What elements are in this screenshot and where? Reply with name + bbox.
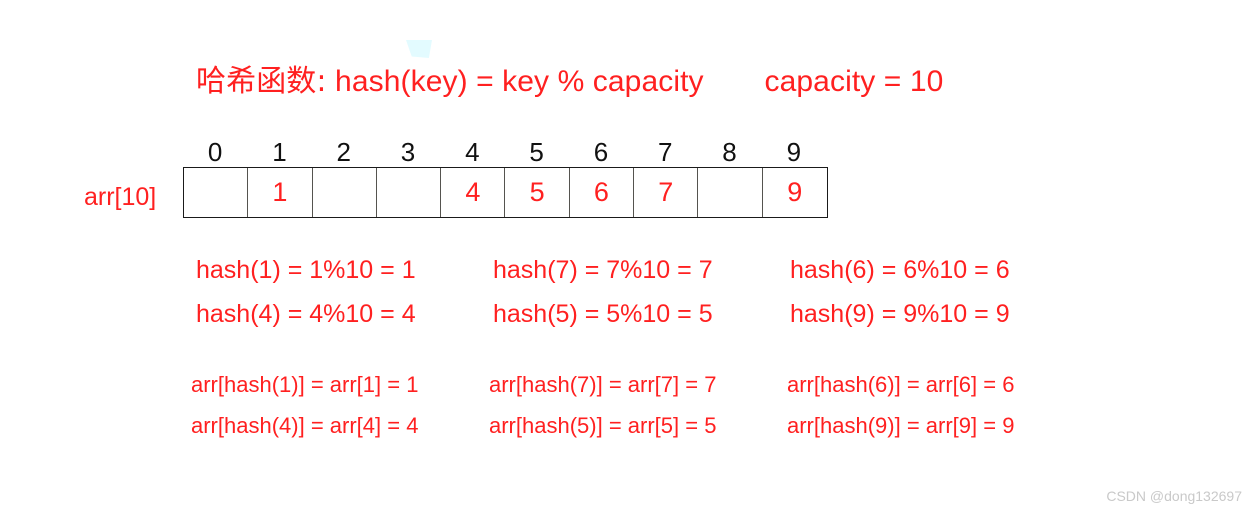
array-cell-9: 9 (787, 177, 803, 207)
array-cell-5: 5 (505, 168, 570, 217)
page-title: 哈希函数: hash(key) = key % capacity capacit… (196, 63, 943, 101)
array-cell-1: 1 (248, 168, 313, 217)
hash-equation-6: hash(6) = 6%10 = 6 (790, 256, 1010, 284)
arr-equation-row: arr[hash(1)] = arr[1] = 1 arr[hash(7)] =… (191, 372, 1014, 413)
array-index-0: 0 (207, 137, 223, 167)
title-formula: hash(key) = key % capacity (335, 65, 704, 98)
array-table: 0 1 2 3 4 5 6 7 8 9 1 4 5 6 7 9 (183, 137, 828, 218)
hash-equation-4: hash(4) = 4%10 = 4 (196, 300, 416, 328)
array-cell-4: 4 (441, 168, 506, 217)
array-index-1: 1 (272, 137, 287, 167)
hash-equation-1: hash(1) = 1%10 = 1 (196, 256, 416, 284)
arr-equation-4: arr[hash(4)] = arr[4] = 4 (191, 413, 419, 438)
array-cell-0 (184, 168, 249, 217)
array-cells-row: 1 4 5 6 7 9 (183, 167, 828, 218)
cyan-artifact-icon (406, 40, 432, 58)
array-cell-7: 7 (634, 168, 699, 217)
hash-equation-7: hash(7) = 7%10 = 7 (493, 256, 713, 284)
arr-equation-6: arr[hash(6)] = arr[6] = 6 (787, 372, 1015, 397)
arr-equation-9: arr[hash(9)] = arr[9] = 9 (787, 413, 1015, 438)
array-cell-8 (698, 168, 763, 217)
arr-equation-7: arr[hash(7)] = arr[7] = 7 (489, 372, 717, 397)
array-index-7: 7 (657, 137, 673, 167)
array-index-6: 6 (593, 137, 609, 167)
array-index-row: 0 1 2 3 4 5 6 7 8 9 (183, 137, 828, 167)
hash-equations-group: hash(1) = 1%10 = 1 hash(7) = 7%10 = 7 ha… (196, 256, 1010, 344)
hash-equation-row: hash(1) = 1%10 = 1 hash(7) = 7%10 = 7 ha… (196, 256, 1010, 300)
hash-equation-9: hash(9) = 9%10 = 9 (790, 300, 1010, 328)
title-capacity: capacity = 10 (764, 65, 944, 98)
hash-function-diagram: 哈希函数: hash(key) = key % capacity capacit… (0, 0, 1252, 514)
arr-equation-1: arr[hash(1)] = arr[1] = 1 (191, 372, 419, 397)
hash-equation-row: hash(4) = 4%10 = 4 hash(5) = 5%10 = 5 ha… (196, 300, 1010, 344)
arr-equation-5: arr[hash(5)] = arr[5] = 5 (489, 413, 717, 438)
array-index-9: 9 (786, 137, 802, 167)
array-cell-3 (377, 168, 442, 217)
arr-equation-row: arr[hash(4)] = arr[4] = 4 arr[hash(5)] =… (191, 413, 1014, 454)
array-cell-6: 6 (570, 168, 635, 217)
array-index-8: 8 (722, 137, 737, 167)
array-cell-2 (313, 168, 377, 217)
array-index-4: 4 (465, 137, 480, 167)
hash-equation-5: hash(5) = 5%10 = 5 (493, 300, 713, 328)
array-index-5: 5 (529, 137, 544, 167)
title-cjk-label: 哈希函数: (196, 64, 327, 99)
array-name-label: arr[10] (84, 183, 157, 211)
array-index-2: 2 (336, 137, 351, 167)
arr-equations-group: arr[hash(1)] = arr[1] = 1 arr[hash(7)] =… (191, 372, 1014, 454)
watermark: CSDN @dong132697 (1106, 488, 1242, 504)
array-index-3: 3 (400, 137, 416, 167)
